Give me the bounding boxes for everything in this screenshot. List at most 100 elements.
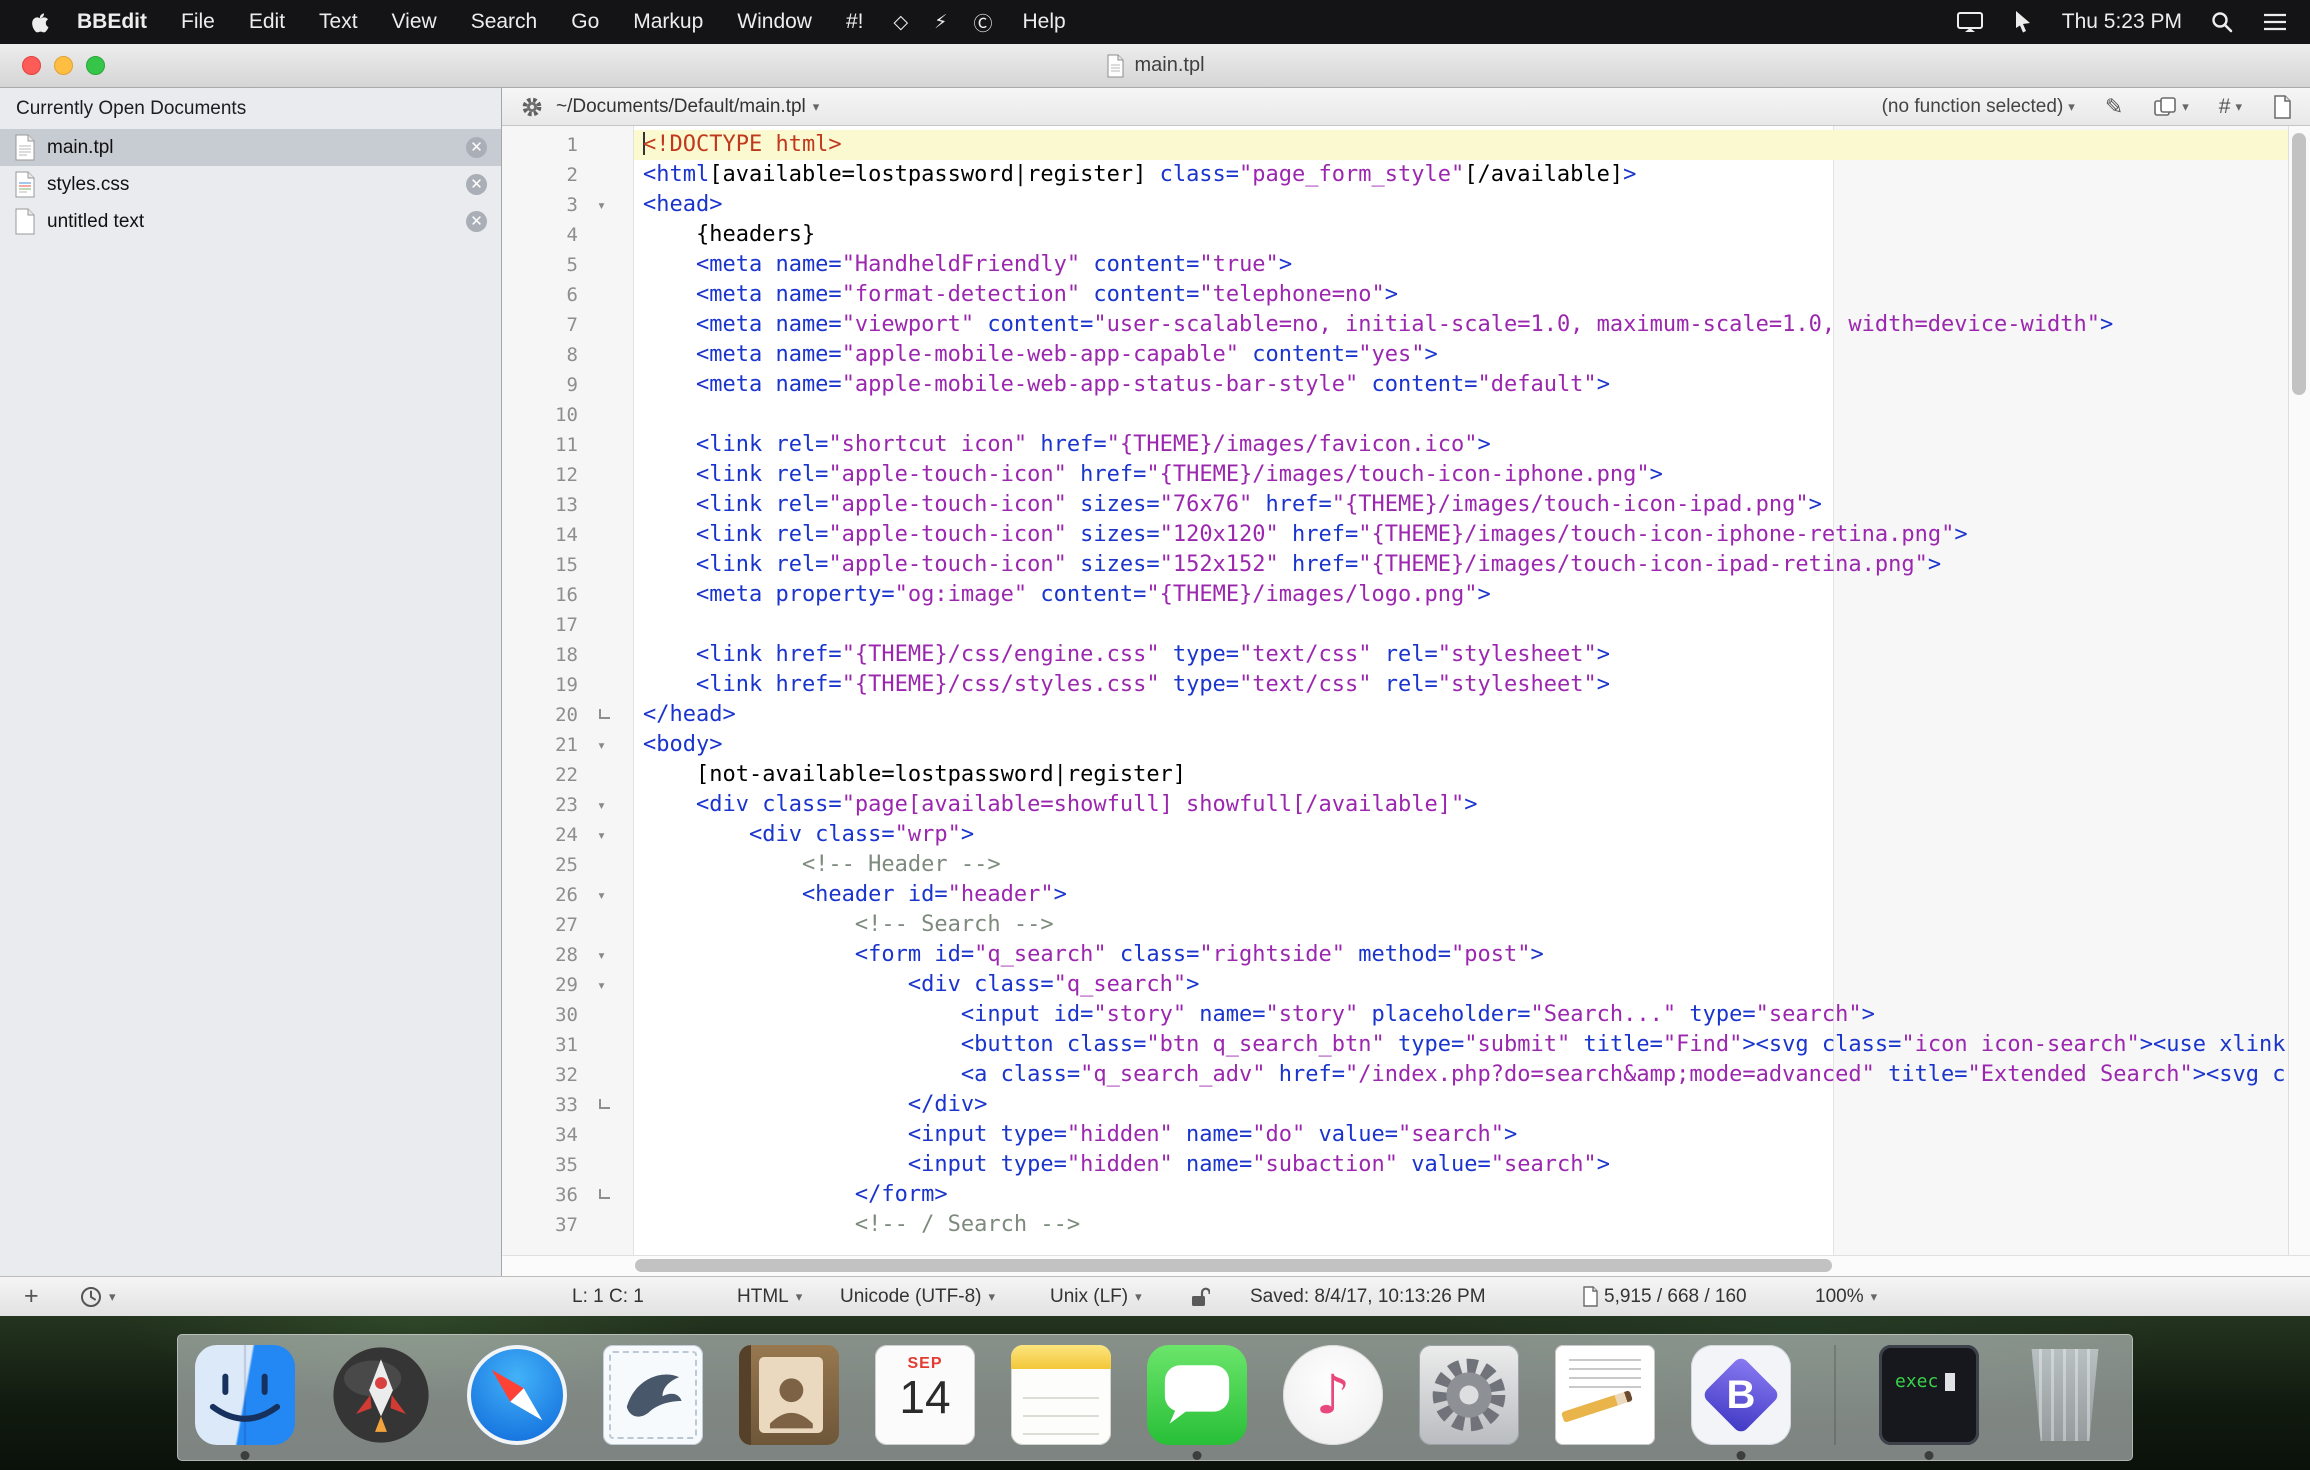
menu-view[interactable]: View	[375, 10, 454, 34]
sidebar-doc-main-tpl[interactable]: main.tpl✕	[0, 129, 501, 166]
dock-trash[interactable]	[2014, 1345, 2116, 1447]
code-line-20[interactable]: 20</head>	[502, 700, 2288, 730]
vertical-scrollbar-thumb[interactable]	[2292, 133, 2306, 395]
code-line-37[interactable]: 37 <!-- / Search -->	[502, 1210, 2288, 1240]
code-line-35[interactable]: 35 <input type="hidden" name="subaction"…	[502, 1150, 2288, 1180]
dock-launchpad[interactable]	[330, 1345, 432, 1447]
code-line-6[interactable]: 6 <meta name="format-detection" content=…	[502, 280, 2288, 310]
unlocked-icon[interactable]	[1190, 1277, 1210, 1316]
vertical-scrollbar[interactable]	[2288, 126, 2310, 1255]
encoding-dropdown[interactable]: Unicode (UTF-8)▾	[840, 1277, 995, 1316]
code-line-4[interactable]: 4 {headers}	[502, 220, 2288, 250]
line-break-dropdown[interactable]: Unix (LF)▾	[1050, 1277, 1142, 1316]
fold-arrow-icon[interactable]: ▾	[586, 190, 634, 220]
close-document-icon[interactable]: ✕	[466, 174, 487, 195]
menu-edit[interactable]: Edit	[232, 10, 302, 34]
code-line-36[interactable]: 36 </form>	[502, 1180, 2288, 1210]
horizontal-scrollbar-thumb[interactable]	[635, 1259, 1832, 1272]
code-line-7[interactable]: 7 <meta name="viewport" content="user-sc…	[502, 310, 2288, 340]
code-editor[interactable]: 1<!DOCTYPE html>2<html[available=lostpas…	[502, 126, 2310, 1255]
minimize-window-button[interactable]	[54, 56, 73, 75]
apple-logo-icon[interactable]	[30, 10, 50, 34]
dock-safari[interactable]	[466, 1345, 568, 1447]
code-line-34[interactable]: 34 <input type="hidden" name="do" value=…	[502, 1120, 2288, 1150]
code-line-32[interactable]: 32 <a class="q_search_adv" href="/index.…	[502, 1060, 2288, 1090]
fold-arrow-icon[interactable]: ▾	[586, 880, 634, 910]
dock-calendar[interactable]: SEP 14	[874, 1345, 976, 1447]
dock-finder[interactable]	[194, 1345, 296, 1447]
fold-end-icon[interactable]	[586, 1180, 634, 1210]
documents-drawer-icon[interactable]	[2272, 95, 2292, 119]
fold-arrow-icon[interactable]: ▾	[586, 940, 634, 970]
menu-text[interactable]: Text	[302, 10, 375, 34]
code-line-21[interactable]: 21▾<body>	[502, 730, 2288, 760]
fold-arrow-icon[interactable]: ▾	[586, 970, 634, 1000]
fold-arrow-icon[interactable]: ▾	[586, 790, 634, 820]
dock-mail[interactable]	[602, 1345, 704, 1447]
sidebar-doc-untitled-text[interactable]: untitled text✕	[0, 203, 501, 240]
code-line-22[interactable]: 22 [not-available=lostpassword|register]	[502, 760, 2288, 790]
code-line-33[interactable]: 33 </div>	[502, 1090, 2288, 1120]
language-dropdown[interactable]: HTML▾	[737, 1277, 802, 1316]
code-line-11[interactable]: 11 <link rel="shortcut icon" href="{THEM…	[502, 430, 2288, 460]
sidebar-doc-styles-css[interactable]: styles.css✕	[0, 166, 501, 203]
code-line-13[interactable]: 13 <link rel="apple-touch-icon" sizes="7…	[502, 490, 2288, 520]
applescript-menu-icon[interactable]: ◇	[881, 11, 922, 34]
code-line-27[interactable]: 27 <!-- Search -->	[502, 910, 2288, 940]
markers-menu-icon[interactable]: # ▾	[2219, 95, 2242, 119]
function-selector-dropdown[interactable]: (no function selected) ▾	[1882, 96, 2075, 118]
menu-go[interactable]: Go	[554, 10, 616, 34]
zoom-dropdown[interactable]: 100%▾	[1815, 1277, 1877, 1316]
close-document-icon[interactable]: ✕	[466, 137, 487, 158]
spotlight-icon[interactable]	[2210, 10, 2234, 34]
code-line-3[interactable]: 3▾<head>	[502, 190, 2288, 220]
menubar-clock[interactable]: Thu 5:23 PM	[2062, 10, 2182, 34]
code-line-26[interactable]: 26▾ <header id="header">	[502, 880, 2288, 910]
code-line-12[interactable]: 12 <link rel="apple-touch-icon" href="{T…	[502, 460, 2288, 490]
dock-system-preferences[interactable]	[1418, 1345, 1520, 1447]
code-line-15[interactable]: 15 <link rel="apple-touch-icon" sizes="1…	[502, 550, 2288, 580]
code-line-28[interactable]: 28▾ <form id="q_search" class="rightside…	[502, 940, 2288, 970]
menu-help[interactable]: Help	[1005, 10, 1082, 34]
dock-messages[interactable]	[1146, 1345, 1248, 1447]
add-document-button[interactable]: +	[24, 1277, 39, 1316]
pencil-icon[interactable]: ✎	[2105, 94, 2123, 120]
close-document-icon[interactable]: ✕	[466, 211, 487, 232]
code-line-10[interactable]: 10	[502, 400, 2288, 430]
dock-exec[interactable]: exec	[1878, 1345, 1980, 1447]
code-line-24[interactable]: 24▾ <div class="wrp">	[502, 820, 2288, 850]
code-line-18[interactable]: 18 <link href="{THEME}/css/engine.css" t…	[502, 640, 2288, 670]
dock-bbedit[interactable]: B	[1690, 1345, 1792, 1447]
fold-end-icon[interactable]	[586, 1090, 634, 1120]
fold-arrow-icon[interactable]: ▾	[586, 820, 634, 850]
dock-textedit[interactable]	[1554, 1345, 1656, 1447]
code-line-1[interactable]: 1<!DOCTYPE html>	[502, 130, 2288, 160]
close-window-button[interactable]	[22, 56, 41, 75]
display-menu-icon[interactable]	[1956, 9, 1984, 35]
recent-documents-button[interactable]: ▾	[80, 1277, 116, 1316]
lightning-menu-icon[interactable]: ⚡	[921, 11, 960, 34]
document-path-dropdown[interactable]: ~/Documents/Default/main.tpl ▾	[556, 96, 819, 118]
zoom-window-button[interactable]	[86, 56, 105, 75]
dock-contacts[interactable]	[738, 1345, 840, 1447]
code-line-2[interactable]: 2<html[available=lostpassword|register] …	[502, 160, 2288, 190]
code-line-19[interactable]: 19 <link href="{THEME}/css/styles.css" t…	[502, 670, 2288, 700]
menu-bbedit[interactable]: BBEdit	[60, 10, 164, 34]
document-proxy-icon[interactable]	[1105, 54, 1125, 78]
menu-file[interactable]: File	[164, 10, 232, 34]
code-line-29[interactable]: 29▾ <div class="q_search">	[502, 970, 2288, 1000]
code-line-14[interactable]: 14 <link rel="apple-touch-icon" sizes="1…	[502, 520, 2288, 550]
fold-arrow-icon[interactable]: ▾	[586, 730, 634, 760]
code-line-8[interactable]: 8 <meta name="apple-mobile-web-app-capab…	[502, 340, 2288, 370]
code-line-5[interactable]: 5 <meta name="HandheldFriendly" content=…	[502, 250, 2288, 280]
menu-markup[interactable]: Markup	[616, 10, 720, 34]
dock-itunes[interactable]: ♪	[1282, 1345, 1384, 1447]
horizontal-scrollbar[interactable]	[502, 1255, 2310, 1276]
menu-window[interactable]: Window	[720, 10, 829, 34]
counterparts-icon[interactable]: ▾	[2153, 96, 2189, 118]
menu-search[interactable]: Search	[454, 10, 555, 34]
fold-end-icon[interactable]	[586, 700, 634, 730]
dock-notes[interactable]	[1010, 1345, 1112, 1447]
code-line-9[interactable]: 9 <meta name="apple-mobile-web-app-statu…	[502, 370, 2288, 400]
code-line-17[interactable]: 17	[502, 610, 2288, 640]
